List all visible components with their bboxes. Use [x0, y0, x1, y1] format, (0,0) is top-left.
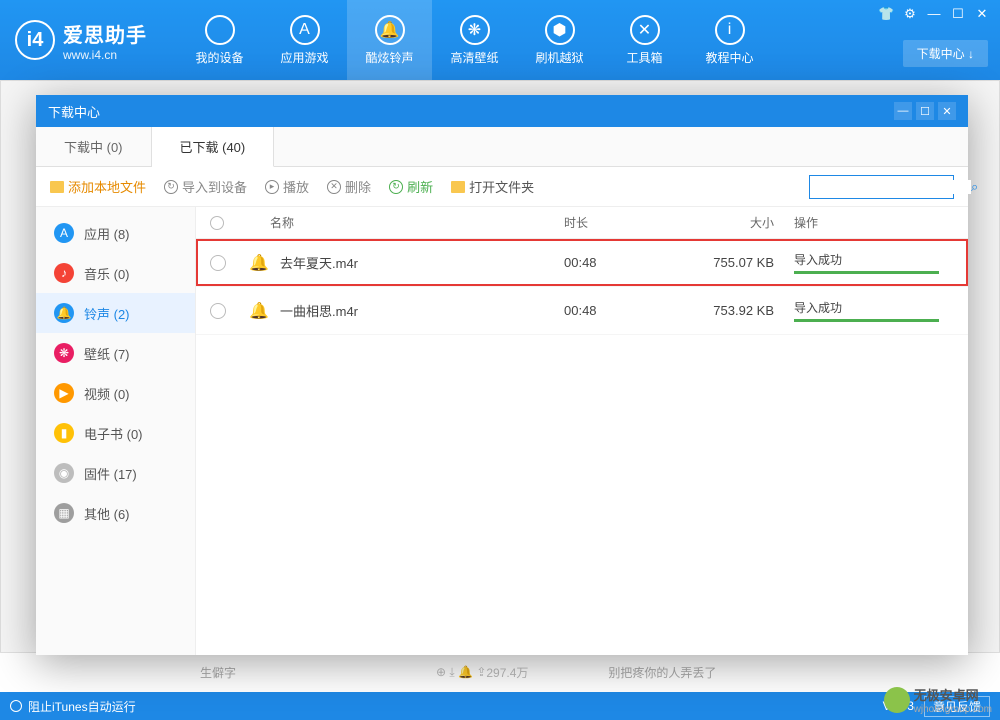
itunes-toggle[interactable]: 阻止iTunes自动运行 [28, 698, 136, 715]
delete-button[interactable]: ✕ 删除 [327, 177, 371, 196]
player-song: 生僻字 [200, 664, 236, 681]
close-icon[interactable]: ✕ [974, 6, 990, 22]
circle-icon [10, 700, 22, 712]
app-url: www.i4.cn [63, 48, 147, 62]
table-row[interactable]: 🔔 去年夏天.m4r 00:48 755.07 KB 导入成功 [196, 239, 968, 287]
nav-应用游戏[interactable]: A应用游戏 [262, 0, 347, 80]
tab-已下载 (40)[interactable]: 已下载 (40) [152, 127, 275, 167]
nav-刷机越狱[interactable]: ⬢刷机越狱 [517, 0, 602, 80]
open-folder-button[interactable]: 打开文件夹 [451, 177, 534, 196]
category-icon: ▦ [54, 503, 74, 523]
sidebar-item-铃声 (2)[interactable]: 🔔铃声 (2) [36, 293, 195, 333]
import-to-device-button[interactable]: ↻ 导入到设备 [164, 177, 247, 196]
file-name: 去年夏天.m4r [280, 253, 564, 272]
file-size: 753.92 KB [694, 303, 794, 318]
refresh-button[interactable]: ↻ 刷新 [389, 177, 433, 196]
col-name[interactable]: 名称 [240, 214, 564, 231]
file-name: 一曲相思.m4r [280, 301, 564, 320]
delete-icon: ✕ [327, 180, 341, 194]
download-center-dialog: 下载中心 — ☐ ✕ 下载中 (0)已下载 (40) 添加本地文件 ↻ 导入到设… [36, 95, 968, 655]
folder-icon [451, 181, 465, 193]
nav-高清壁纸[interactable]: ❋高清壁纸 [432, 0, 517, 80]
ringtone-icon: 🔔 [248, 252, 270, 274]
progress-bar [794, 319, 939, 322]
dialog-titlebar[interactable]: 下载中心 — ☐ ✕ [36, 95, 968, 127]
minimize-icon[interactable]: — [926, 6, 942, 22]
main-header: i4 爱思助手 www.i4.cn 我的设备A应用游戏🔔酷炫铃声❋高清壁纸⬢刷机… [0, 0, 1000, 80]
row-checkbox[interactable] [210, 255, 226, 271]
import-status: 导入成功 [794, 251, 954, 268]
skin-icon[interactable]: 👕 [878, 6, 894, 22]
row-checkbox[interactable] [210, 303, 226, 319]
app-name: 爱思助手 [63, 19, 147, 48]
file-duration: 00:48 [564, 303, 694, 318]
download-center-button[interactable]: 下载中心 ↓ [903, 40, 988, 67]
nav-我的设备[interactable]: 我的设备 [177, 0, 262, 80]
nav-icon: ❋ [460, 15, 490, 45]
nav-icon: A [290, 15, 320, 45]
sidebar-item-其他 (6)[interactable]: ▦其他 (6) [36, 493, 195, 533]
table-header: 名称 时长 大小 操作 [196, 207, 968, 239]
status-bar: 阻止iTunes自动运行 V7.93 意见反馈 [0, 692, 1000, 720]
col-duration[interactable]: 时长 [564, 214, 694, 231]
category-icon: ◉ [54, 463, 74, 483]
maximize-icon[interactable]: ☐ [950, 6, 966, 22]
play-button[interactable]: ▸ 播放 [265, 177, 309, 196]
dialog-maximize-icon[interactable]: ☐ [916, 102, 934, 120]
watermark: 无极安卓网 wjhotelgroup.com [884, 685, 992, 715]
nav-icon: i [715, 15, 745, 45]
col-operation[interactable]: 操作 [794, 214, 954, 231]
tab-下载中 (0)[interactable]: 下载中 (0) [36, 127, 152, 166]
progress-bar [794, 271, 939, 274]
search-box[interactable]: ⌕ [809, 175, 954, 199]
sidebar-item-电子书 (0)[interactable]: ▮电子书 (0) [36, 413, 195, 453]
table-row[interactable]: 🔔 一曲相思.m4r 00:48 753.92 KB 导入成功 [196, 287, 968, 335]
settings-icon[interactable]: ⚙ [902, 6, 918, 22]
dialog-content: 名称 时长 大小 操作 🔔 去年夏天.m4r 00:48 755.07 KB 导… [196, 207, 968, 655]
file-duration: 00:48 [564, 255, 694, 270]
sidebar-item-应用 (8)[interactable]: A应用 (8) [36, 213, 195, 253]
col-size[interactable]: 大小 [694, 214, 794, 231]
window-controls: 👕 ⚙ — ☐ ✕ [878, 6, 990, 22]
player-bar: 生僻字 ⊕ ⤓ 🔔 ⇪ 297.4万 别把疼你的人弄丢了 [0, 652, 1000, 692]
watermark-icon [884, 687, 910, 713]
import-status: 导入成功 [794, 299, 954, 316]
category-icon: ❋ [54, 343, 74, 363]
dialog-title: 下载中心 [48, 102, 100, 121]
play-icon: ▸ [265, 180, 279, 194]
select-all-checkbox[interactable] [210, 216, 224, 230]
import-icon: ↻ [164, 180, 178, 194]
nav-icon: 🔔 [375, 15, 405, 45]
nav-icon: ⬢ [545, 15, 575, 45]
category-icon: A [54, 223, 74, 243]
dialog-toolbar: 添加本地文件 ↻ 导入到设备 ▸ 播放 ✕ 删除 ↻ 刷新 打开文件夹 ⌕ [36, 167, 968, 207]
folder-icon [50, 181, 64, 193]
file-size: 755.07 KB [694, 255, 794, 270]
logo-icon: i4 [15, 20, 55, 60]
category-icon: ▮ [54, 423, 74, 443]
dialog-close-icon[interactable]: ✕ [938, 102, 956, 120]
sidebar-item-音乐 (0)[interactable]: ♪音乐 (0) [36, 253, 195, 293]
nav-酷炫铃声[interactable]: 🔔酷炫铃声 [347, 0, 432, 80]
nav-icon: ✕ [630, 15, 660, 45]
search-icon[interactable]: ⌕ [971, 179, 978, 195]
sidebar-item-壁纸 (7)[interactable]: ❋壁纸 (7) [36, 333, 195, 373]
player-right-song: 别把疼你的人弄丢了 [608, 664, 716, 681]
category-icon: 🔔 [54, 303, 74, 323]
player-plays: 297.4万 [486, 664, 528, 681]
dialog-minimize-icon[interactable]: — [894, 102, 912, 120]
dialog-sidebar: A应用 (8)♪音乐 (0)🔔铃声 (2)❋壁纸 (7)▶视频 (0)▮电子书 … [36, 207, 196, 655]
nav-icon [205, 15, 235, 45]
nav-教程中心[interactable]: i教程中心 [687, 0, 772, 80]
sidebar-item-固件 (17)[interactable]: ◉固件 (17) [36, 453, 195, 493]
category-icon: ▶ [54, 383, 74, 403]
category-icon: ♪ [54, 263, 74, 283]
search-input[interactable] [816, 180, 971, 194]
add-local-file-button[interactable]: 添加本地文件 [50, 177, 146, 196]
sidebar-item-视频 (0)[interactable]: ▶视频 (0) [36, 373, 195, 413]
nav-工具箱[interactable]: ✕工具箱 [602, 0, 687, 80]
ringtone-icon: 🔔 [248, 300, 270, 322]
app-logo: i4 爱思助手 www.i4.cn [15, 19, 147, 62]
refresh-icon: ↻ [389, 180, 403, 194]
